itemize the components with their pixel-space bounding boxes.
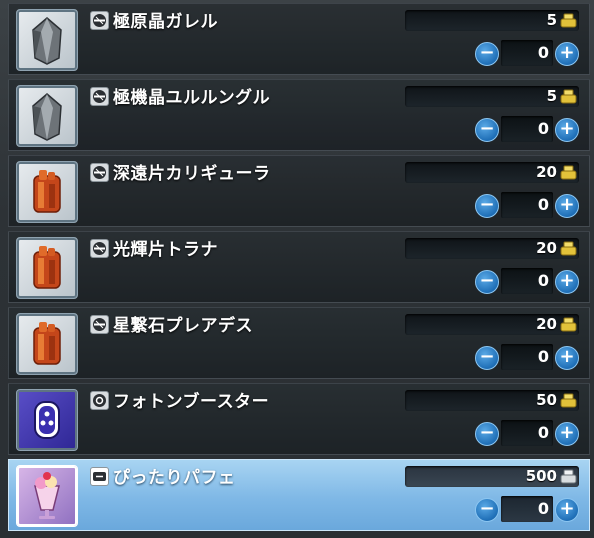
parfait-icon xyxy=(34,472,60,519)
coin-icon xyxy=(560,317,577,332)
price-value: 20 xyxy=(536,163,557,181)
decrease-button[interactable]: − xyxy=(475,270,499,294)
decrease-button[interactable]: − xyxy=(475,194,499,218)
quantity-value: 0 xyxy=(537,43,549,62)
list-item[interactable]: 極機晶ユルルングル 5 − 0 + xyxy=(8,79,590,151)
quantity-value: 0 xyxy=(537,423,549,442)
item-name: 星繋石プレアデス xyxy=(113,316,253,336)
quantity-field[interactable]: 0 xyxy=(501,192,553,218)
fragment-icon xyxy=(33,322,61,365)
item-thumbnail xyxy=(16,237,78,299)
item-price: 500 xyxy=(405,466,579,487)
increase-button[interactable]: + xyxy=(555,194,579,218)
list-item[interactable]: 星繋石プレアデス 20 − 0 + xyxy=(8,307,590,379)
quantity-field[interactable]: 0 xyxy=(501,40,553,66)
item-name: フォトンブースター xyxy=(113,392,270,412)
coin-icon xyxy=(560,393,577,408)
item-thumbnail xyxy=(16,85,78,147)
quantity-field[interactable]: 0 xyxy=(501,116,553,142)
item-thumbnail xyxy=(16,389,78,451)
quantity-value: 0 xyxy=(537,271,549,290)
item-price: 50 xyxy=(405,390,579,411)
food-tag-icon xyxy=(90,467,109,486)
list-item-selected[interactable]: ぴったりパフェ 500 − 0 + xyxy=(8,459,590,531)
item-price: 5 xyxy=(405,10,579,31)
increase-button[interactable]: + xyxy=(555,346,579,370)
exchange-item-list: 極原晶ガレル 5 − 0 + 極機晶ユルルングル 5 − 0 + 深遠片カリギュ… xyxy=(0,0,594,538)
list-item[interactable]: 光輝片トラナ 20 − 0 + xyxy=(8,231,590,303)
increase-button[interactable]: + xyxy=(555,270,579,294)
increase-button[interactable]: + xyxy=(555,422,579,446)
item-thumbnail xyxy=(16,313,78,375)
coin-icon xyxy=(560,241,577,256)
weapon-tag-icon xyxy=(90,11,109,30)
quantity-value: 0 xyxy=(537,499,549,518)
list-item[interactable]: 極原晶ガレル 5 − 0 + xyxy=(8,3,590,75)
item-thumbnail xyxy=(16,9,78,71)
increase-button[interactable]: + xyxy=(555,498,579,522)
quantity-stepper: − 0 + xyxy=(475,344,579,370)
quantity-stepper: − 0 + xyxy=(475,40,579,66)
item-name: 極原晶ガレル xyxy=(113,12,218,32)
weapon-tag-icon xyxy=(90,239,109,258)
coin-icon xyxy=(560,469,577,484)
crystal-icon xyxy=(32,93,62,141)
item-thumbnail xyxy=(16,161,78,223)
quantity-stepper: − 0 + xyxy=(475,192,579,218)
increase-button[interactable]: + xyxy=(555,118,579,142)
item-name: 光輝片トラナ xyxy=(113,240,218,260)
decrease-button[interactable]: − xyxy=(475,346,499,370)
photon-booster-icon xyxy=(34,401,60,439)
weapon-tag-icon xyxy=(90,87,109,106)
decrease-button[interactable]: − xyxy=(475,42,499,66)
quantity-value: 0 xyxy=(537,195,549,214)
decrease-button[interactable]: − xyxy=(475,498,499,522)
crystal-icon xyxy=(32,17,62,65)
item-price: 20 xyxy=(405,238,579,259)
decrease-button[interactable]: − xyxy=(475,422,499,446)
fragment-icon xyxy=(33,170,61,213)
item-name: 深遠片カリギューラ xyxy=(113,164,271,184)
quantity-value: 0 xyxy=(537,347,549,366)
coin-icon xyxy=(560,13,577,28)
item-price: 5 xyxy=(405,86,579,107)
weapon-tag-icon xyxy=(90,163,109,182)
decrease-button[interactable]: − xyxy=(475,118,499,142)
price-value: 20 xyxy=(536,315,557,333)
quantity-field[interactable]: 0 xyxy=(501,496,553,522)
quantity-field[interactable]: 0 xyxy=(501,420,553,446)
quantity-value: 0 xyxy=(537,119,549,138)
item-price: 20 xyxy=(405,162,579,183)
coin-icon xyxy=(560,165,577,180)
price-value: 5 xyxy=(546,11,557,29)
item-name: 極機晶ユルルングル xyxy=(113,88,271,108)
price-value: 500 xyxy=(525,467,557,485)
price-value: 5 xyxy=(546,87,557,105)
quantity-stepper: − 0 + xyxy=(475,268,579,294)
item-name: ぴったりパフェ xyxy=(113,468,236,488)
quantity-field[interactable]: 0 xyxy=(501,344,553,370)
quantity-stepper: − 0 + xyxy=(475,496,579,522)
quantity-field[interactable]: 0 xyxy=(501,268,553,294)
list-item[interactable]: フォトンブースター 50 − 0 + xyxy=(8,383,590,455)
consumable-tag-icon xyxy=(90,391,109,410)
fragment-icon xyxy=(33,246,61,289)
price-value: 20 xyxy=(536,239,557,257)
weapon-tag-icon xyxy=(90,315,109,334)
item-thumbnail xyxy=(16,465,78,527)
increase-button[interactable]: + xyxy=(555,42,579,66)
coin-icon xyxy=(560,89,577,104)
quantity-stepper: − 0 + xyxy=(475,420,579,446)
item-price: 20 xyxy=(405,314,579,335)
quantity-stepper: − 0 + xyxy=(475,116,579,142)
price-value: 50 xyxy=(536,391,557,409)
list-item[interactable]: 深遠片カリギューラ 20 − 0 + xyxy=(8,155,590,227)
